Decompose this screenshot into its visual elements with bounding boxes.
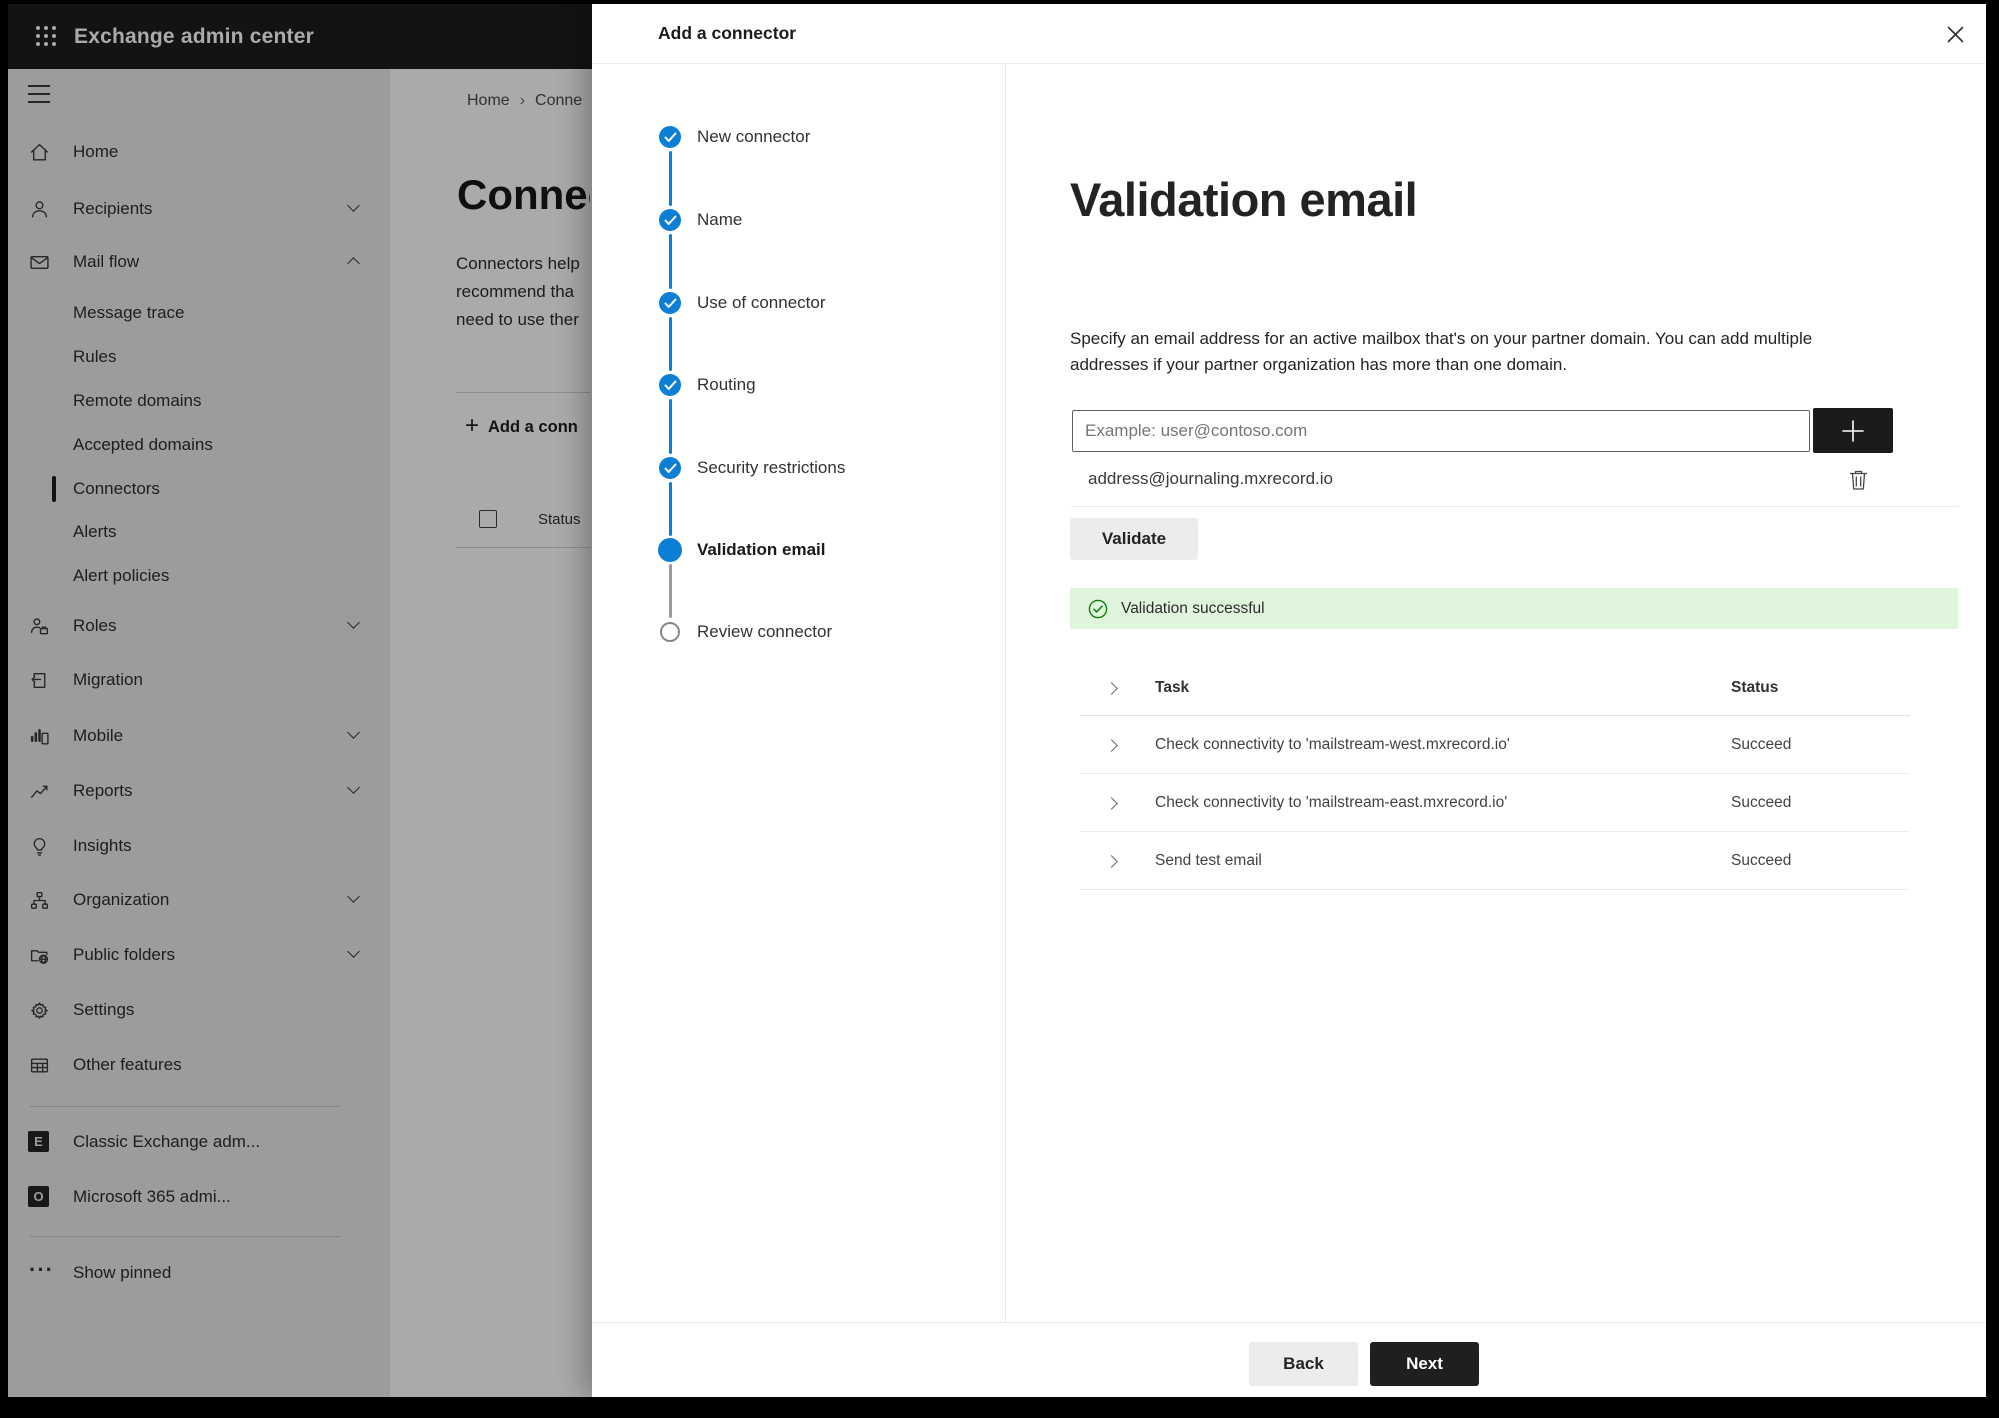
plus-icon xyxy=(1842,419,1864,442)
step-complete-icon xyxy=(659,292,681,314)
step-complete-icon xyxy=(659,126,681,148)
screenshot-frame: Exchange admin center Home Recipients Ma… xyxy=(0,0,1999,1418)
email-address-input[interactable] xyxy=(1072,410,1810,452)
table-row[interactable]: Check connectivity to 'mailstream-east.m… xyxy=(1080,774,1910,832)
step-connector-line xyxy=(668,317,672,371)
step-connector-line xyxy=(668,564,672,618)
back-button[interactable]: Back xyxy=(1249,1342,1358,1386)
validation-success-banner: Validation successful xyxy=(1070,588,1958,629)
status-badge: Succeed xyxy=(1731,851,1792,869)
step-complete-icon xyxy=(659,457,681,479)
status-badge: Succeed xyxy=(1731,793,1792,811)
address-value: address@journaling.mxrecord.io xyxy=(1088,469,1333,488)
step-current-icon xyxy=(658,538,682,562)
expand-row-chevron-icon[interactable] xyxy=(1105,739,1118,752)
success-check-icon xyxy=(1088,599,1108,618)
step-connector-line xyxy=(668,399,672,454)
close-button[interactable] xyxy=(1940,19,1970,49)
step-description: Specify an email address for an active m… xyxy=(1070,329,1813,374)
expand-row-chevron-icon[interactable] xyxy=(1105,797,1118,810)
expand-all-chevron-icon[interactable] xyxy=(1105,682,1118,695)
step-connector-line xyxy=(668,482,672,536)
close-icon xyxy=(1947,26,1963,42)
next-button[interactable]: Next xyxy=(1370,1342,1479,1386)
banner-message: Validation successful xyxy=(1121,599,1265,617)
step-connector-line xyxy=(668,234,672,289)
step-complete-icon xyxy=(659,209,681,231)
dialog-title: Add a connector xyxy=(658,23,797,43)
trash-icon xyxy=(1849,470,1867,490)
add-connector-dialog: Add a connector New connector Name Use o… xyxy=(592,4,1986,1397)
wizard-nav-divider xyxy=(1005,64,1006,1322)
status-column-header: Status xyxy=(1731,678,1779,696)
dialog-footer-divider xyxy=(592,1322,1986,1323)
table-row[interactable]: Send test email Succeed xyxy=(1080,832,1910,890)
delete-address-button[interactable] xyxy=(1845,467,1871,493)
validate-button[interactable]: Validate xyxy=(1070,518,1198,560)
table-header-row: Task Status xyxy=(1080,660,1910,716)
step-complete-icon xyxy=(659,374,681,396)
step-upcoming-icon xyxy=(660,622,680,642)
add-address-button[interactable] xyxy=(1813,408,1893,453)
address-list-item: address@journaling.mxrecord.io xyxy=(1071,454,1959,507)
dialog-header-divider xyxy=(592,63,1986,64)
screen: Exchange admin center Home Recipients Ma… xyxy=(8,4,1986,1397)
step-connector-line xyxy=(668,151,672,206)
validation-results-table: Task Status Check connectivity to 'mails… xyxy=(1080,660,1910,890)
status-badge: Succeed xyxy=(1731,735,1792,753)
expand-row-chevron-icon[interactable] xyxy=(1105,855,1118,868)
task-column-header: Task xyxy=(1155,678,1190,696)
table-row[interactable]: Check connectivity to 'mailstream-west.m… xyxy=(1080,716,1910,774)
step-heading: Validation email xyxy=(1070,173,1418,226)
